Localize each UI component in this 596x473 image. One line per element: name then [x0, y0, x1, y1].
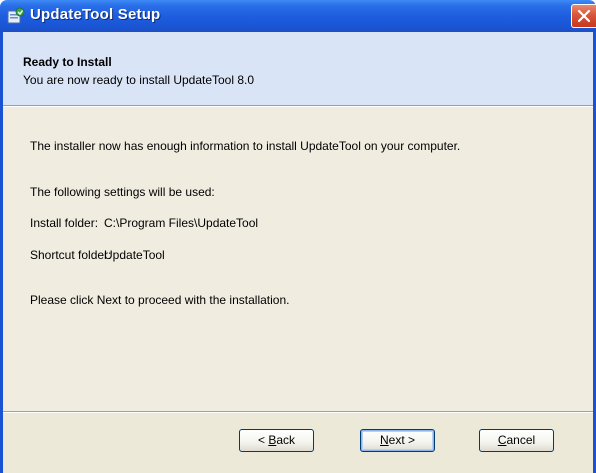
wizard-header: Ready to Install You are now ready to in…: [3, 32, 593, 105]
page-title: Ready to Install: [23, 55, 112, 69]
install-folder-row: Install folder: C:\Program Files\UpdateT…: [30, 216, 430, 230]
title-bar[interactable]: UpdateTool Setup: [0, 0, 596, 32]
back-button-label: ack: [276, 433, 296, 447]
install-folder-value: C:\Program Files\UpdateTool: [104, 216, 259, 230]
shortcut-folder-value: UpdateTool: [104, 248, 165, 262]
back-button[interactable]: < Back: [239, 429, 314, 452]
next-button-label: ext >: [388, 433, 416, 447]
next-button-accel: N: [379, 433, 389, 447]
intro-text: The installer now has enough information…: [30, 139, 461, 153]
instruction-text: Please click Next to proceed with the in…: [30, 293, 290, 307]
back-button-prefix: <: [257, 433, 269, 447]
settings-heading: The following settings will be used:: [30, 185, 215, 199]
setup-window: UpdateTool Setup Ready to Install You ar…: [0, 0, 596, 473]
wizard-body: The installer now has enough information…: [3, 107, 593, 411]
cancel-button-label: ancel: [506, 433, 536, 447]
shortcut-folder-label: Shortcut folder:: [30, 248, 112, 262]
window-title: UpdateTool Setup: [30, 6, 161, 23]
cancel-button[interactable]: Cancel: [479, 429, 554, 452]
next-button[interactable]: Next >: [360, 429, 435, 452]
page-subtitle: You are now ready to install UpdateTool …: [23, 73, 255, 87]
close-button[interactable]: [571, 4, 596, 28]
shortcut-folder-row: Shortcut folder: UpdateTool: [30, 248, 430, 262]
install-folder-label: Install folder:: [30, 216, 99, 230]
app-installer-icon: [7, 7, 25, 25]
